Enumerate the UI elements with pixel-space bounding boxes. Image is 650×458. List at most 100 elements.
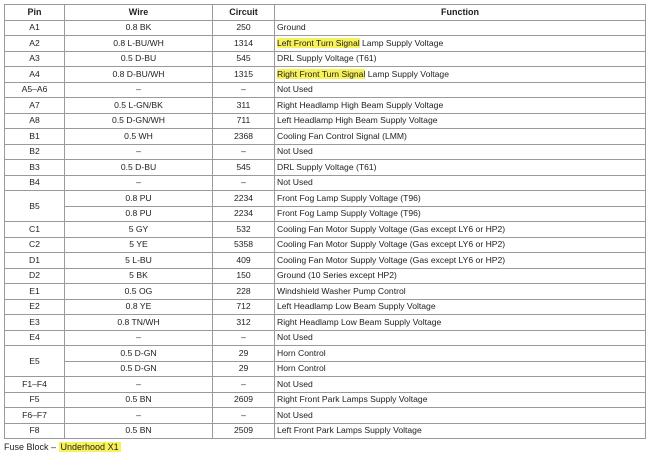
pin-cell: C2 bbox=[4, 236, 65, 253]
table-row: F1–F4 – – Not Used bbox=[4, 376, 646, 393]
circuit-cell: 409 bbox=[212, 252, 275, 269]
highlighted-text: Right Front Turn Signal bbox=[277, 68, 366, 79]
pin-cell: E4 bbox=[4, 329, 65, 346]
function-cell: Left Front Turn Signal Lamp Supply Volta… bbox=[274, 35, 646, 52]
circuit-cell: 2234 bbox=[212, 190, 275, 207]
wire-cell: – bbox=[64, 376, 213, 393]
table-row: B4 – – Not Used bbox=[4, 174, 646, 191]
function-cell: Right Headlamp Low Beam Supply Voltage bbox=[274, 314, 646, 331]
function-cell: Front Fog Lamp Supply Voltage (T96) bbox=[274, 190, 646, 207]
table-row: B5 0.8 PU 2234 Front Fog Lamp Supply Vol… bbox=[4, 190, 646, 222]
pin-cell: A2 bbox=[4, 35, 65, 52]
pin-cell: C1 bbox=[4, 221, 65, 238]
wire-cell: 0.8 PU bbox=[64, 190, 213, 207]
function-cell: Windshield Washer Pump Control bbox=[274, 283, 646, 300]
circuit-cell: 5358 bbox=[212, 236, 275, 253]
pin-cell: D1 bbox=[4, 252, 65, 269]
table-row: A8 0.5 D-GN/WH 711 Left Headlamp High Be… bbox=[4, 112, 646, 129]
pin-cell: A4 bbox=[4, 66, 65, 83]
wire-cell: 0.8 TN/WH bbox=[64, 314, 213, 331]
pin-cell: E3 bbox=[4, 314, 65, 331]
function-cell: DRL Supply Voltage (T61) bbox=[274, 50, 646, 67]
table-row: B2 – – Not Used bbox=[4, 143, 646, 160]
wire-cell: 0.5 D-GN bbox=[64, 345, 213, 362]
pin-cell: E5 bbox=[4, 345, 65, 377]
wire-cell: 0.5 BN bbox=[64, 391, 213, 408]
wire-cell: – bbox=[64, 174, 213, 191]
pin-cell: B3 bbox=[4, 159, 65, 176]
wire-cell: 0.5 D-GN/WH bbox=[64, 112, 213, 129]
circuit-cell: 311 bbox=[212, 97, 275, 114]
wire-cell: 0.5 D-BU bbox=[64, 50, 213, 67]
wire-cell: – bbox=[64, 143, 213, 160]
table-row: D1 5 L-BU 409 Cooling Fan Motor Supply V… bbox=[4, 252, 646, 269]
table-row: A2 0.8 L-BU/WH 1314 Left Front Turn Sign… bbox=[4, 35, 646, 52]
wire-cell: 0.5 L-GN/BK bbox=[64, 97, 213, 114]
function-cell: Cooling Fan Motor Supply Voltage (Gas ex… bbox=[274, 236, 646, 253]
wire-cell: 0.5 OG bbox=[64, 283, 213, 300]
wire-cell: 0.8 D-BU/WH bbox=[64, 66, 213, 83]
function-cell: Right Front Turn Signal Lamp Supply Volt… bbox=[274, 66, 646, 83]
pin-cell: A8 bbox=[4, 112, 65, 129]
circuit-cell: 250 bbox=[212, 19, 275, 36]
pin-cell: A7 bbox=[4, 97, 65, 114]
circuit-cell: 2509 bbox=[212, 422, 275, 439]
table-row: E4 – – Not Used bbox=[4, 329, 646, 346]
circuit-cell: 150 bbox=[212, 267, 275, 284]
pin-cell: D2 bbox=[4, 267, 65, 284]
table-row: B3 0.5 D-BU 545 DRL Supply Voltage (T61) bbox=[4, 159, 646, 176]
circuit-cell: – bbox=[212, 81, 275, 98]
function-cell: Ground (10 Series except HP2) bbox=[274, 267, 646, 284]
caption-highlight: Underhood X1 bbox=[58, 442, 121, 452]
table-header-row: Pin Wire Circuit Function bbox=[4, 4, 646, 21]
circuit-cell: 532 bbox=[212, 221, 275, 238]
circuit-cell: – bbox=[212, 376, 275, 393]
table-row: 0.5 D-GN 29 Horn Control bbox=[5, 360, 646, 377]
function-cell: Left Headlamp Low Beam Supply Voltage bbox=[274, 298, 646, 315]
table-row: E5 0.5 D-GN 29 Horn Control bbox=[4, 345, 646, 377]
table-row: 0.8 PU 2234 Front Fog Lamp Supply Voltag… bbox=[5, 205, 646, 222]
function-cell: Horn Control bbox=[274, 345, 646, 362]
circuit-cell: – bbox=[212, 329, 275, 346]
header-circuit: Circuit bbox=[212, 4, 275, 21]
circuit-cell: 545 bbox=[212, 159, 275, 176]
table-row: C1 5 GY 532 Cooling Fan Motor Supply Vol… bbox=[4, 221, 646, 238]
function-cell: Ground bbox=[274, 19, 646, 36]
wire-cell: 0.8 PU bbox=[64, 205, 213, 222]
pin-cell: B1 bbox=[4, 128, 65, 145]
wire-cell: 5 GY bbox=[64, 221, 213, 238]
table-row: E3 0.8 TN/WH 312 Right Headlamp Low Beam… bbox=[4, 314, 646, 331]
pin-cell: E2 bbox=[4, 298, 65, 315]
circuit-cell: 1314 bbox=[212, 35, 275, 52]
pin-cell: B5 bbox=[4, 190, 65, 222]
circuit-cell: 2234 bbox=[212, 205, 275, 222]
pin-cell: F6–F7 bbox=[4, 407, 65, 424]
function-cell: Left Headlamp High Beam Supply Voltage bbox=[274, 112, 646, 129]
wire-cell: 0.8 YE bbox=[64, 298, 213, 315]
table-row: B1 0.5 WH 2368 Cooling Fan Control Signa… bbox=[4, 128, 646, 145]
table-row: F8 0.5 BN 2509 Left Front Park Lamps Sup… bbox=[4, 422, 646, 439]
function-cell: Left Front Park Lamps Supply Voltage bbox=[274, 422, 646, 439]
circuit-cell: 712 bbox=[212, 298, 275, 315]
table-row: C2 5 YE 5358 Cooling Fan Motor Supply Vo… bbox=[4, 236, 646, 253]
function-cell: Not Used bbox=[274, 376, 646, 393]
wire-cell: 5 L-BU bbox=[64, 252, 213, 269]
wire-cell: 0.5 D-GN bbox=[64, 360, 213, 377]
pin-cell: B2 bbox=[4, 143, 65, 160]
wire-cell: 0.5 BN bbox=[64, 422, 213, 439]
function-cell: Cooling Fan Motor Supply Voltage (Gas ex… bbox=[274, 221, 646, 238]
fuse-block-caption: Fuse Block – Underhood X1 bbox=[4, 442, 121, 452]
circuit-cell: 2609 bbox=[212, 391, 275, 408]
pin-cell: F5 bbox=[4, 391, 65, 408]
function-cell: Right Front Park Lamps Supply Voltage bbox=[274, 391, 646, 408]
circuit-cell: 228 bbox=[212, 283, 275, 300]
wire-cell: 0.5 WH bbox=[64, 128, 213, 145]
circuit-cell: 2368 bbox=[212, 128, 275, 145]
table-row: A1 0.8 BK 250 Ground bbox=[4, 19, 646, 36]
wire-cell: – bbox=[64, 81, 213, 98]
table-row: F6–F7 – – Not Used bbox=[4, 407, 646, 424]
wire-cell: 0.5 D-BU bbox=[64, 159, 213, 176]
function-cell: Not Used bbox=[274, 407, 646, 424]
wire-cell: 0.8 L-BU/WH bbox=[64, 35, 213, 52]
table-row: A5–A6 – – Not Used bbox=[4, 81, 646, 98]
